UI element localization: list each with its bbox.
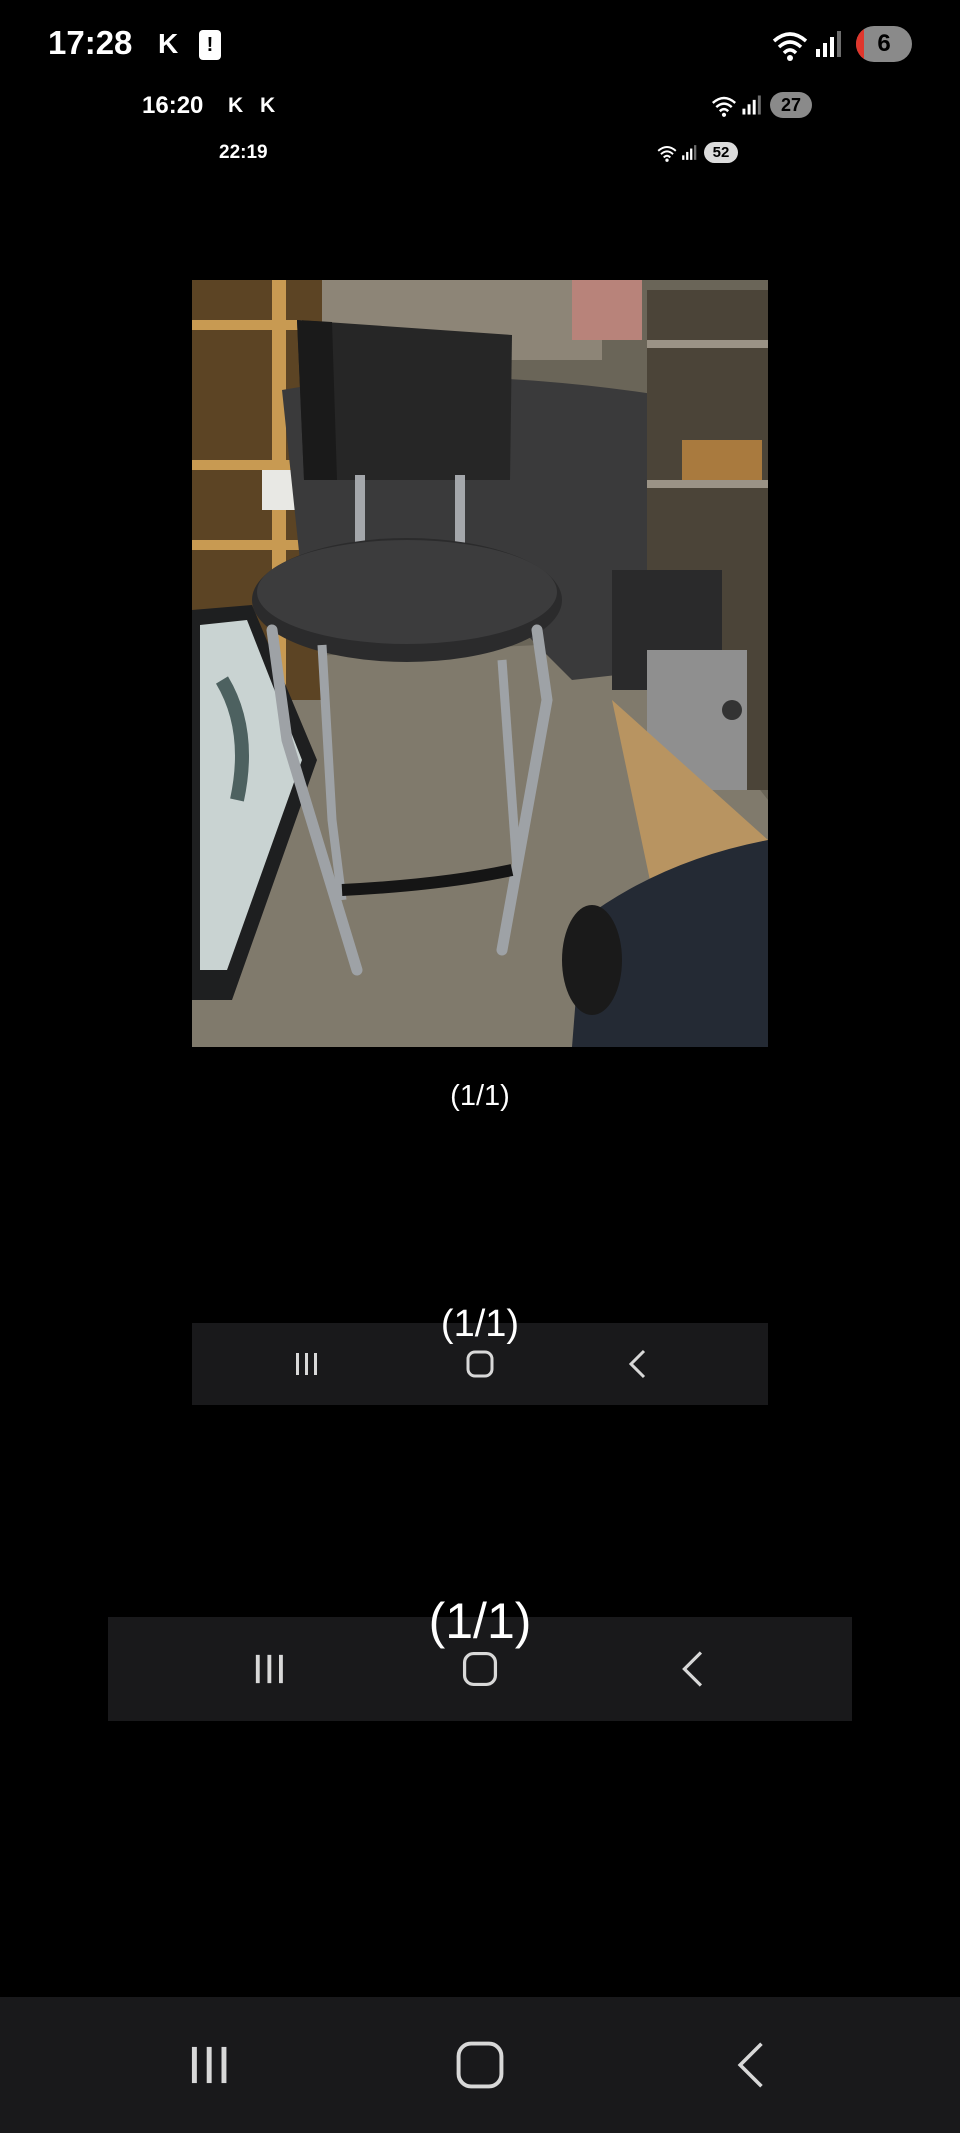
clock: 17:28: [48, 24, 133, 61]
home-button[interactable]: [454, 1339, 506, 1389]
back-icon: [628, 1349, 646, 1379]
recents-icon: [255, 1654, 283, 1684]
home-icon: [466, 1350, 494, 1378]
battery-indicator: 52: [704, 142, 738, 163]
notification-indicator: K: [260, 94, 276, 117]
notification-indicator: K: [158, 28, 179, 59]
home-button[interactable]: [440, 2027, 520, 2103]
status-bar-tertiary: 22:19 52: [0, 140, 960, 164]
back-icon: [737, 2042, 763, 2088]
image-counter: (1/1): [450, 1080, 510, 1112]
home-icon: [462, 1651, 498, 1687]
clock: 16:20: [142, 92, 204, 119]
back-button[interactable]: [612, 1339, 662, 1389]
wifi-icon: [711, 96, 737, 117]
system-navigation-bar: [0, 1997, 960, 2133]
recents-icon: [191, 2046, 227, 2084]
signal-icon: [742, 95, 761, 115]
clock: 22:19: [219, 142, 268, 163]
wifi-icon: [657, 146, 677, 162]
home-icon: [456, 2041, 504, 2089]
wifi-icon: [772, 32, 808, 61]
recents-button[interactable]: [170, 2027, 250, 2103]
photo[interactable]: [192, 280, 768, 1047]
status-bar-secondary: 16:20 K K 27: [0, 90, 960, 120]
back-button[interactable]: [710, 2027, 790, 2103]
image-counter-ghost: (1/1): [440, 1303, 520, 1345]
battery-indicator: 6: [856, 26, 912, 62]
battery-alert-icon: !: [199, 30, 221, 60]
signal-icon: [682, 145, 697, 160]
chair-photo-icon: [192, 280, 768, 1047]
back-icon: [682, 1651, 703, 1687]
status-bar-main: 17:28 K ! 6: [0, 22, 960, 68]
recents-icon: [296, 1353, 317, 1375]
battery-indicator: 27: [770, 92, 812, 118]
recents-button[interactable]: [282, 1339, 332, 1389]
image-counter-ghost-large: (1/1): [428, 1593, 532, 1649]
notification-indicator: K: [228, 94, 244, 117]
signal-icon: [816, 31, 841, 57]
